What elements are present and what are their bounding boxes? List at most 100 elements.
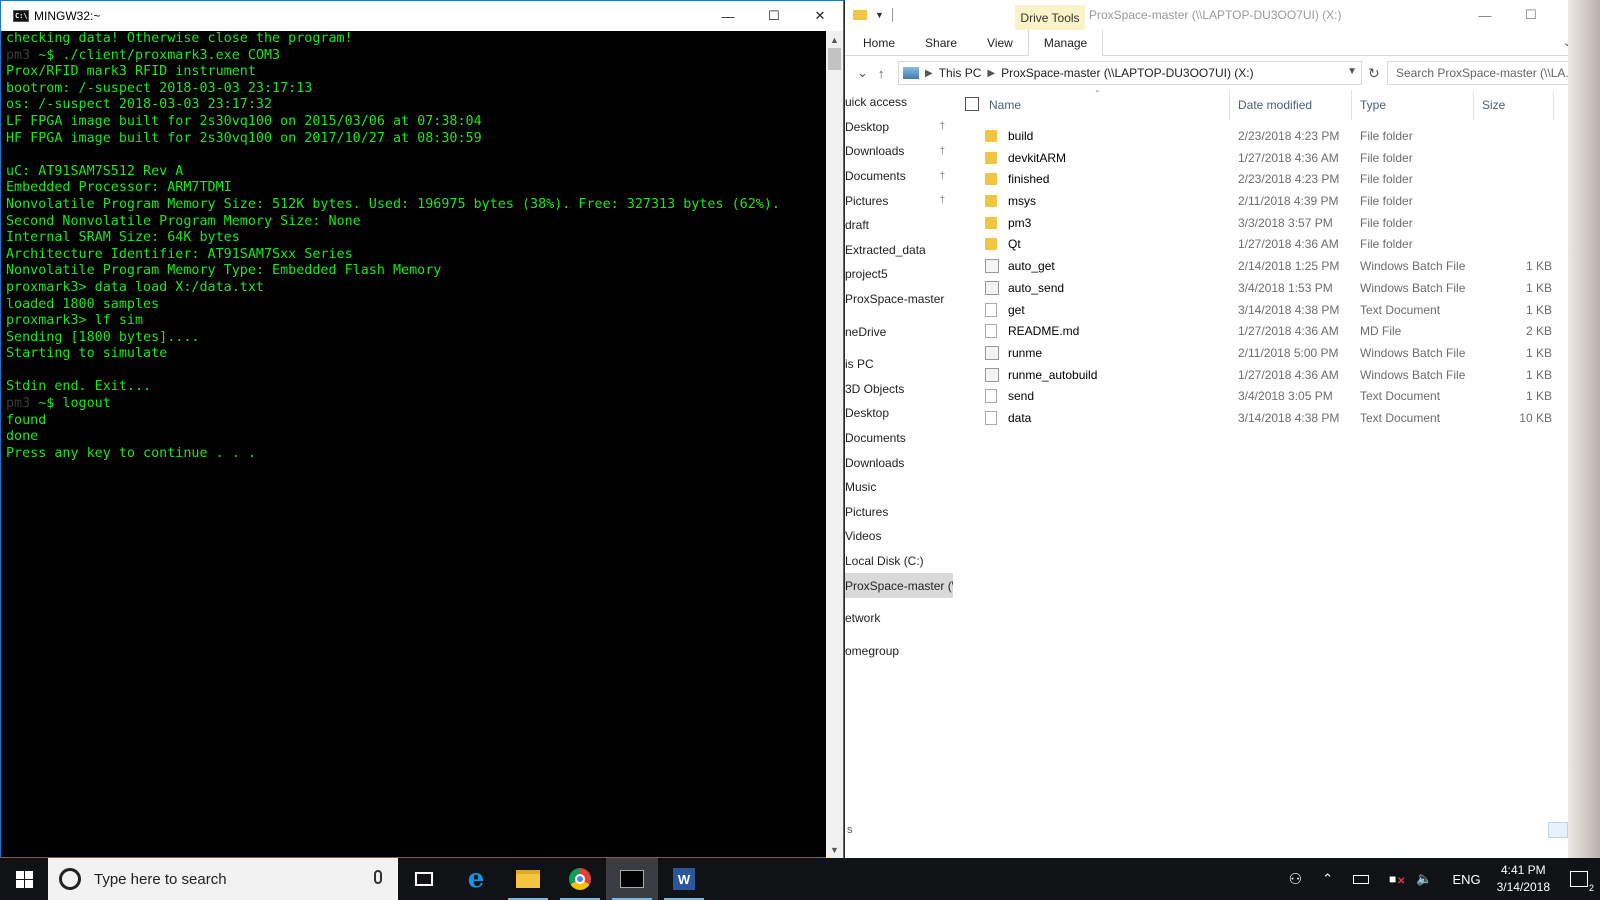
people-icon[interactable]: ⚇ (1289, 870, 1302, 888)
word-taskbar-button[interactable]: W (658, 858, 710, 900)
terminal-taskbar-button[interactable] (606, 858, 658, 900)
file-row[interactable]: devkitARM 1/27/2018 4:36 AM File folder (963, 148, 1600, 170)
nav-item[interactable]: Desktop † (845, 115, 953, 140)
nav-item[interactable]: omegroup (845, 638, 953, 663)
file-row[interactable]: runme_autobuild 1/27/2018 4:36 AM Windows … (963, 365, 1600, 387)
maximize-button[interactable]: ☐ (751, 1, 797, 31)
file-date-modified: 1/27/2018 4:36 AM (1238, 237, 1339, 252)
file-row[interactable]: runme 2/11/2018 5:00 PM Windows Batch File… (963, 343, 1600, 365)
tab-view[interactable]: View (972, 30, 1028, 56)
input-language[interactable]: ENG (1452, 872, 1480, 887)
navigation-pane[interactable]: uick access Desktop † Downloads † Documents † P… (845, 90, 953, 856)
file-name: get (1008, 302, 1025, 317)
address-dropdown-icon[interactable]: ▼ (1347, 66, 1357, 77)
scroll-down-arrow-icon[interactable]: ▼ (826, 841, 843, 858)
minimize-button[interactable]: — (705, 1, 751, 31)
tab-home[interactable]: Home (848, 30, 910, 56)
maximize-button[interactable]: ☐ (1508, 0, 1554, 30)
nav-item[interactable]: project5 (845, 262, 953, 287)
tab-manage[interactable]: Manage (1027, 29, 1104, 56)
action-center-icon[interactable]: 2 (1570, 871, 1594, 893)
file-row[interactable]: Qt 1/27/2018 4:36 AM File folder (963, 234, 1600, 256)
file-row[interactable]: auto_get 2/14/2018 1:25 PM Windows Batch F… (963, 256, 1600, 278)
file-row[interactable]: auto_send 3/4/2018 1:53 PM Windows Batch F… (963, 278, 1600, 300)
file-row[interactable]: build 2/23/2018 4:23 PM File folder (963, 126, 1600, 148)
file-size: 1 KB (1525, 280, 1552, 295)
nav-item[interactable]: is PC (845, 352, 953, 377)
file-row[interactable]: finished 2/23/2018 4:23 PM File folder (963, 169, 1600, 191)
file-row[interactable]: msys 2/11/2018 4:39 PM File folder (963, 191, 1600, 213)
file-explorer-window[interactable]: ▼ Drive Tools ProxSpace-master (\\LAPTOP… (845, 0, 1600, 858)
breadcrumb-separator-icon[interactable]: ▶ (925, 68, 933, 79)
breadcrumb-separator-icon[interactable]: ▶ (987, 68, 995, 79)
terminal-line: found (6, 413, 827, 430)
explorer-titlebar[interactable]: ▼ Drive Tools ProxSpace-master (\\LAPTOP… (845, 0, 1600, 30)
microphone-icon[interactable] (374, 870, 382, 884)
edge-taskbar-button[interactable]: e (450, 858, 502, 900)
nav-item[interactable]: Documents † (845, 164, 953, 189)
file-row[interactable]: send 3/4/2018 3:05 PM Text Document 1 KB (963, 386, 1600, 408)
refresh-icon[interactable]: ↻ (1368, 65, 1380, 82)
file-row[interactable]: data 3/14/2018 4:38 PM Text Document 10 KB (963, 408, 1600, 430)
terminal-line: Nonvolatile Program Memory Type: Embedde… (6, 263, 827, 280)
file-list-pane[interactable]: ⌃ Name Date modified Type Size build 2/23… (963, 89, 1600, 856)
nav-item[interactable]: neDrive (845, 319, 953, 344)
nav-item[interactable]: Desktop (845, 401, 953, 426)
file-explorer-taskbar-button[interactable] (502, 858, 554, 900)
nav-item[interactable]: uick access (845, 90, 953, 115)
nav-item[interactable]: ProxSpace-master (\ (845, 573, 953, 598)
task-view-button[interactable] (398, 858, 450, 900)
nav-item[interactable]: Pictures † (845, 188, 953, 213)
select-all-checkbox[interactable] (965, 97, 979, 111)
close-button[interactable]: ✕ (797, 1, 843, 31)
details-view-icon[interactable] (1548, 822, 1568, 838)
up-arrow-icon[interactable]: ↑ (878, 66, 885, 81)
nav-item[interactable]: Videos (845, 524, 953, 549)
battery-icon[interactable] (1353, 872, 1369, 887)
minimize-button[interactable]: — (1462, 0, 1508, 30)
column-header-type[interactable]: Type (1360, 98, 1386, 112)
nav-item[interactable]: Documents (845, 426, 953, 451)
file-type: Windows Batch File (1360, 367, 1466, 382)
nav-item[interactable]: Extracted_data (845, 238, 953, 263)
terminal-window[interactable]: C:\ MINGW32:~ — ☐ ✕ checking data! Other… (0, 0, 844, 858)
nav-item[interactable]: Music (845, 475, 953, 500)
address-bar[interactable]: ▶ This PC ▶ ProxSpace-master (\\LAPTOP-D… (898, 61, 1362, 85)
start-button[interactable] (0, 858, 48, 900)
file-row[interactable]: pm3 3/3/2018 3:57 PM File folder (963, 213, 1600, 235)
volume-icon[interactable]: 🔈 (1416, 871, 1432, 887)
terminal-scrollbar[interactable]: ▲ ▼ (826, 31, 843, 858)
nav-item[interactable]: Downloads † (845, 139, 953, 164)
terminal-line-text: uC: AT91SAM7S512 Rev A (6, 163, 184, 179)
terminal-output[interactable]: checking data! Otherwise close the progr… (1, 31, 827, 858)
search-input[interactable]: Search ProxSpace-master (\\LA... ⚲ (1387, 61, 1595, 85)
network-disconnected-icon[interactable]: ■ ✕ (1389, 872, 1405, 887)
file-row[interactable]: README.md 1/27/2018 4:36 AM MD File 2 KB (963, 321, 1600, 343)
show-hidden-icons-chevron-icon[interactable]: ⌃ (1322, 871, 1333, 887)
column-header-size[interactable]: Size (1482, 98, 1505, 112)
breadcrumb-this-pc[interactable]: This PC (939, 66, 982, 80)
file-row[interactable]: get 3/14/2018 4:38 PM Text Document 1 KB (963, 300, 1600, 322)
column-header-name[interactable]: Name (989, 98, 1021, 112)
tab-share[interactable]: Share (910, 30, 972, 56)
pin-icon: † (939, 170, 945, 182)
recent-locations-chevron-icon[interactable]: ⌄ (857, 65, 868, 81)
nav-item[interactable]: Downloads (845, 450, 953, 475)
scroll-thumb[interactable] (828, 48, 841, 70)
breadcrumb-current-drive[interactable]: ProxSpace-master (\\LAPTOP-DU3OO7UI) (X:… (1001, 66, 1254, 80)
nav-item[interactable]: etwork (845, 606, 953, 631)
nav-item[interactable]: draft (845, 213, 953, 238)
taskbar-search-box[interactable]: Type here to search (48, 858, 398, 900)
terminal-titlebar[interactable]: C:\ MINGW32:~ — ☐ ✕ (1, 1, 843, 31)
file-date-modified: 3/4/2018 1:53 PM (1238, 280, 1333, 295)
clock[interactable]: 4:41 PM 3/14/2018 (1497, 862, 1550, 896)
scroll-up-arrow-icon[interactable]: ▲ (826, 31, 843, 48)
nav-item[interactable]: ProxSpace-master (845, 287, 953, 312)
nav-item[interactable]: 3D Objects (845, 377, 953, 402)
drive-tools-context-tab[interactable]: Drive Tools (1015, 5, 1085, 30)
nav-item[interactable]: Pictures (845, 500, 953, 525)
column-header-date[interactable]: Date modified (1238, 98, 1312, 112)
nav-item[interactable]: Local Disk (C:) (845, 549, 953, 574)
chrome-taskbar-button[interactable] (554, 858, 606, 900)
quick-access-toolbar-dropdown-icon[interactable]: ▼ (875, 10, 884, 20)
